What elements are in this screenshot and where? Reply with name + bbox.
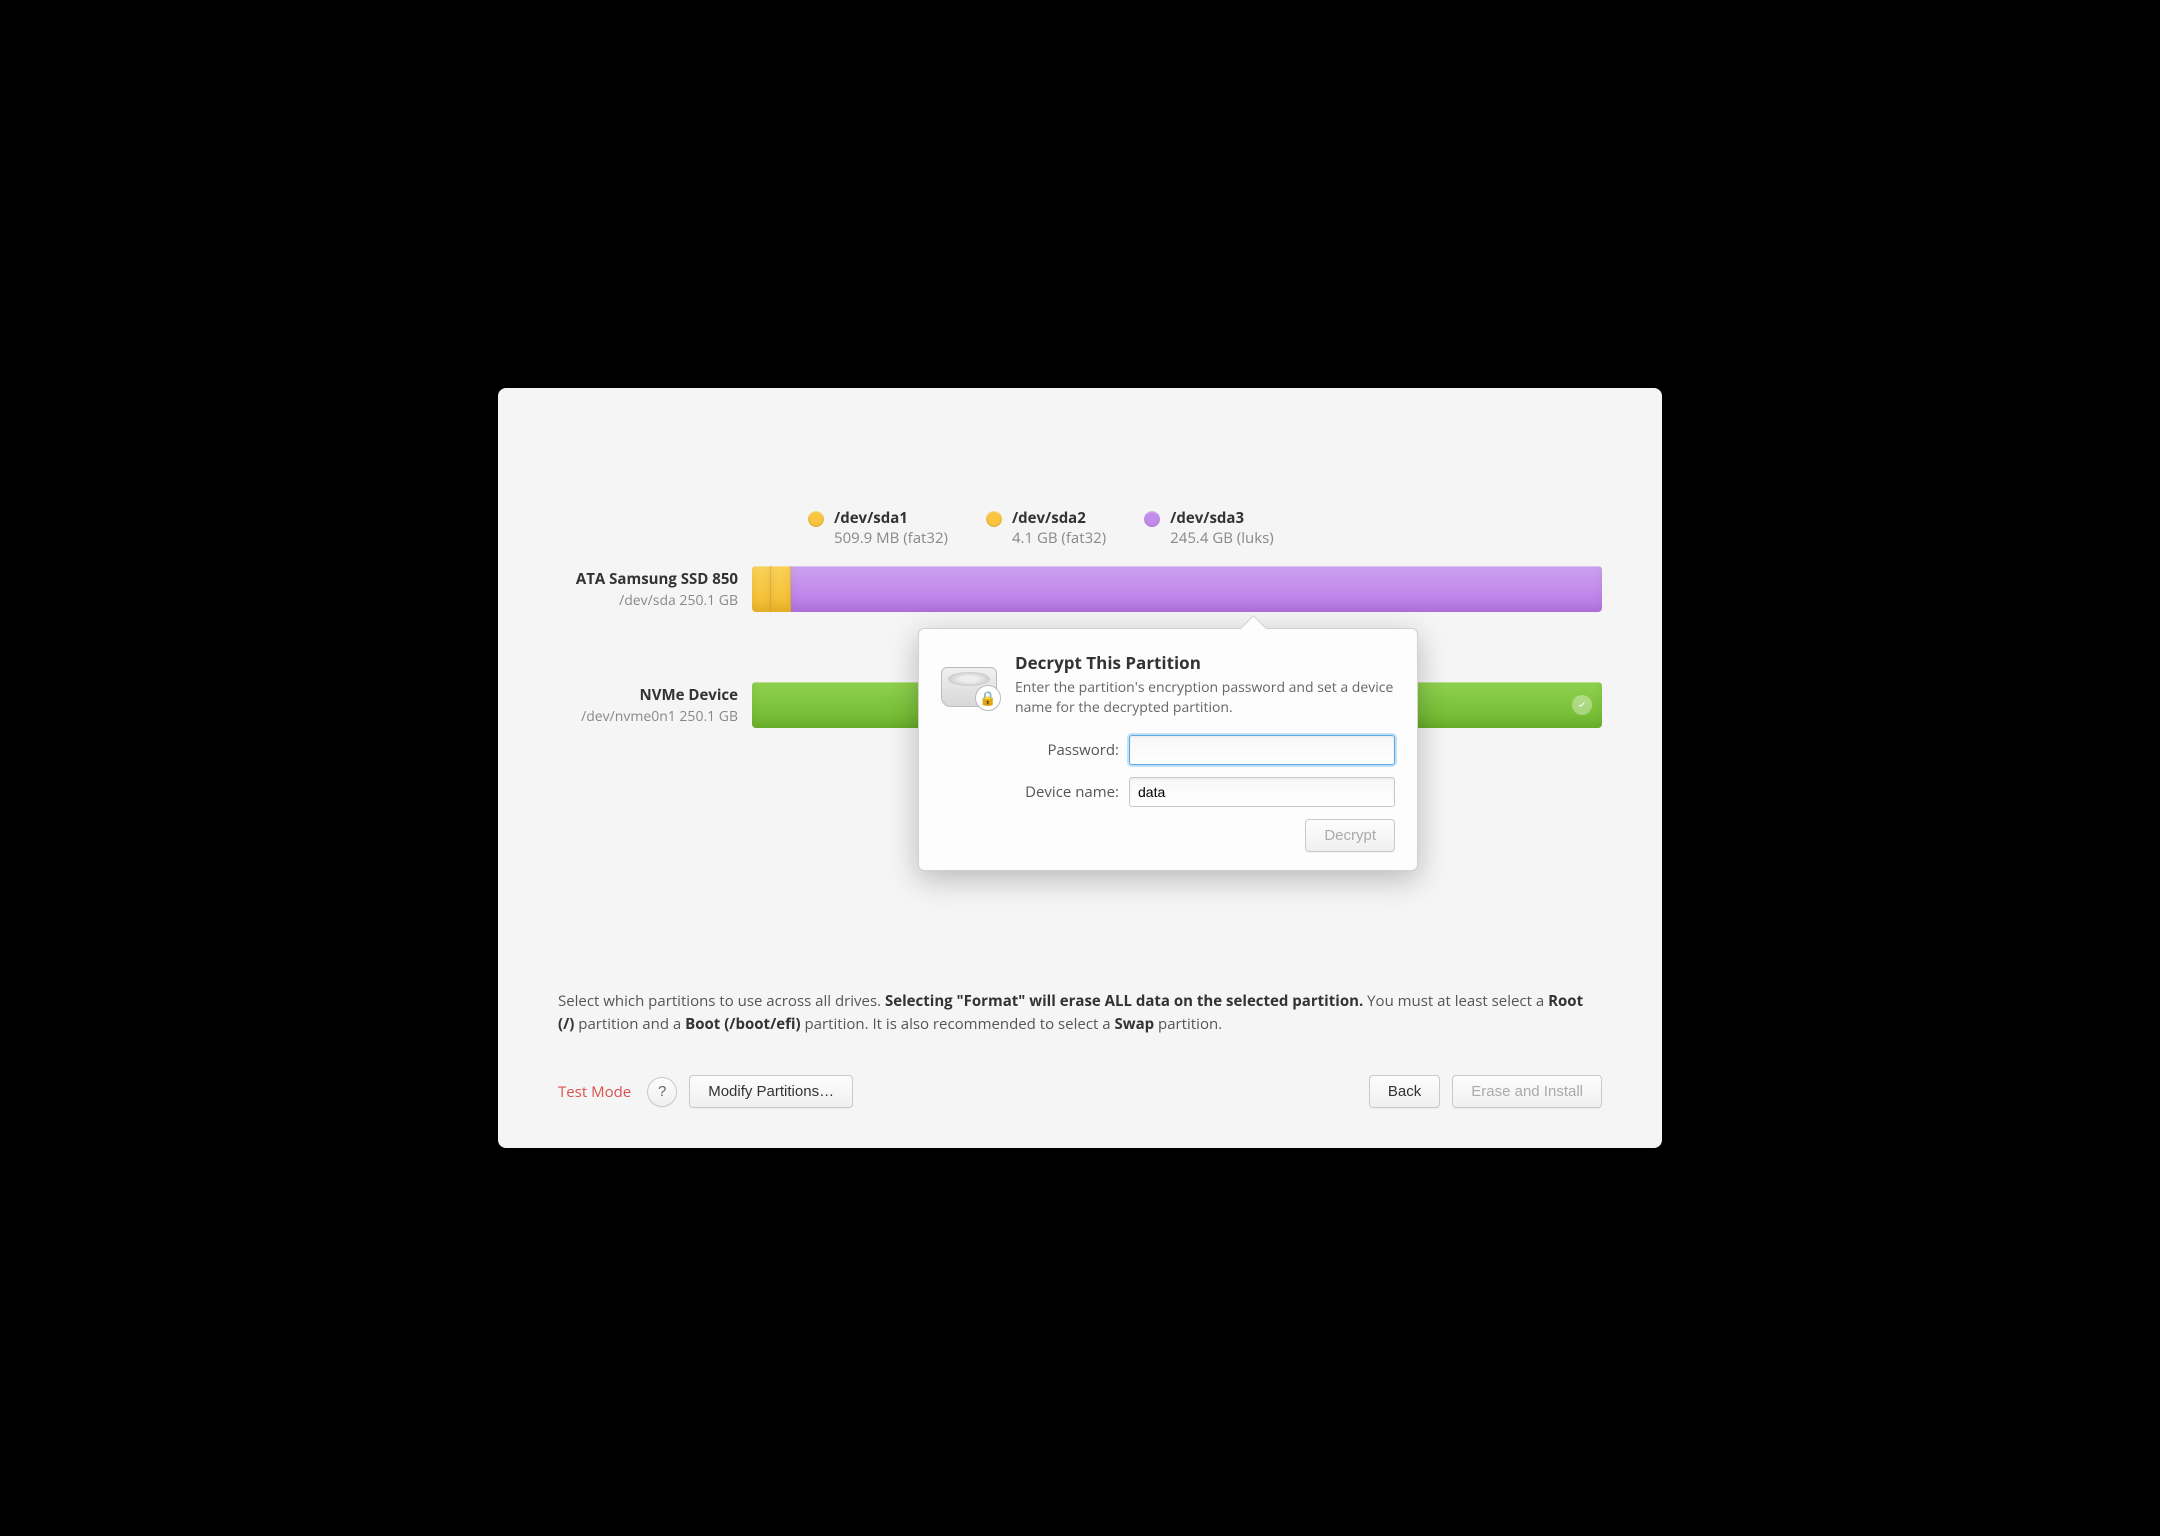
erase-install-button[interactable]: Erase and Install (1452, 1075, 1602, 1108)
disk-path: /dev/nvme0n1 250.1 GB (558, 707, 738, 726)
legend-dev: /dev/sda2 (1012, 508, 1106, 528)
decrypt-button[interactable]: Decrypt (1305, 819, 1395, 852)
help-bold: Swap (1114, 1014, 1154, 1034)
decrypt-popover: 🔒 Decrypt This Partition Enter the parti… (918, 628, 1418, 871)
help-bold: Boot (/boot/efi) (685, 1014, 800, 1034)
partition-seg-sda3[interactable] (791, 566, 1602, 612)
modify-partitions-button[interactable]: Modify Partitions… (689, 1075, 853, 1108)
partition-legend: /dev/sda1 509.9 MB (fat32) /dev/sda2 4.1… (808, 508, 1602, 548)
legend-item-sda2: /dev/sda2 4.1 GB (fat32) (986, 508, 1106, 548)
legend-item-sda1: /dev/sda1 509.9 MB (fat32) (808, 508, 948, 548)
popover-description: Enter the partition's encryption passwor… (1015, 678, 1395, 717)
footer-bar: Test Mode ? Modify Partitions… Back Eras… (558, 1075, 1602, 1108)
help-bold: Selecting "Format" will erase ALL data o… (885, 991, 1363, 1011)
help-text: Select which partitions to use across al… (558, 990, 1602, 1035)
disk-path: /dev/sda 250.1 GB (558, 591, 738, 610)
help-mid: partition and a (578, 1014, 685, 1034)
help-suffix: partition. (1158, 1014, 1222, 1034)
device-name-label: Device name: (941, 782, 1119, 802)
check-icon (1572, 695, 1592, 715)
legend-dev: /dev/sda1 (834, 508, 948, 528)
legend-dot-icon (1144, 511, 1160, 527)
partition-bar-sda[interactable] (752, 566, 1602, 612)
legend-dev: /dev/sda3 (1170, 508, 1274, 528)
legend-sub: 245.4 GB (luks) (1170, 528, 1274, 548)
partition-seg-sda2[interactable] (771, 566, 791, 612)
installer-window: /dev/sda1 509.9 MB (fat32) /dev/sda2 4.1… (498, 388, 1662, 1148)
help-prefix: Select which partitions to use across al… (558, 991, 885, 1011)
password-label: Password: (941, 740, 1119, 760)
legend-item-sda3: /dev/sda3 245.4 GB (luks) (1144, 508, 1274, 548)
partition-seg-sda1[interactable] (752, 566, 771, 612)
back-button[interactable]: Back (1369, 1075, 1440, 1108)
legend-dot-icon (986, 511, 1002, 527)
popover-title: Decrypt This Partition (1015, 651, 1395, 674)
device-name-input[interactable] (1129, 777, 1395, 807)
disk-name: ATA Samsung SSD 850 (558, 569, 738, 589)
legend-sub: 509.9 MB (fat32) (834, 528, 948, 548)
disk-row-sda: ATA Samsung SSD 850 /dev/sda 250.1 GB (558, 566, 1602, 612)
help-mid: You must at least select a (1367, 991, 1548, 1011)
drive-lock-icon: 🔒 (941, 651, 997, 707)
help-button[interactable]: ? (647, 1077, 677, 1107)
help-mid: partition. It is also recommended to sel… (805, 1014, 1115, 1034)
disk-name: NVMe Device (558, 685, 738, 705)
legend-dot-icon (808, 511, 824, 527)
test-mode-label: Test Mode (558, 1082, 631, 1102)
password-input[interactable] (1129, 735, 1395, 765)
legend-sub: 4.1 GB (fat32) (1012, 528, 1106, 548)
